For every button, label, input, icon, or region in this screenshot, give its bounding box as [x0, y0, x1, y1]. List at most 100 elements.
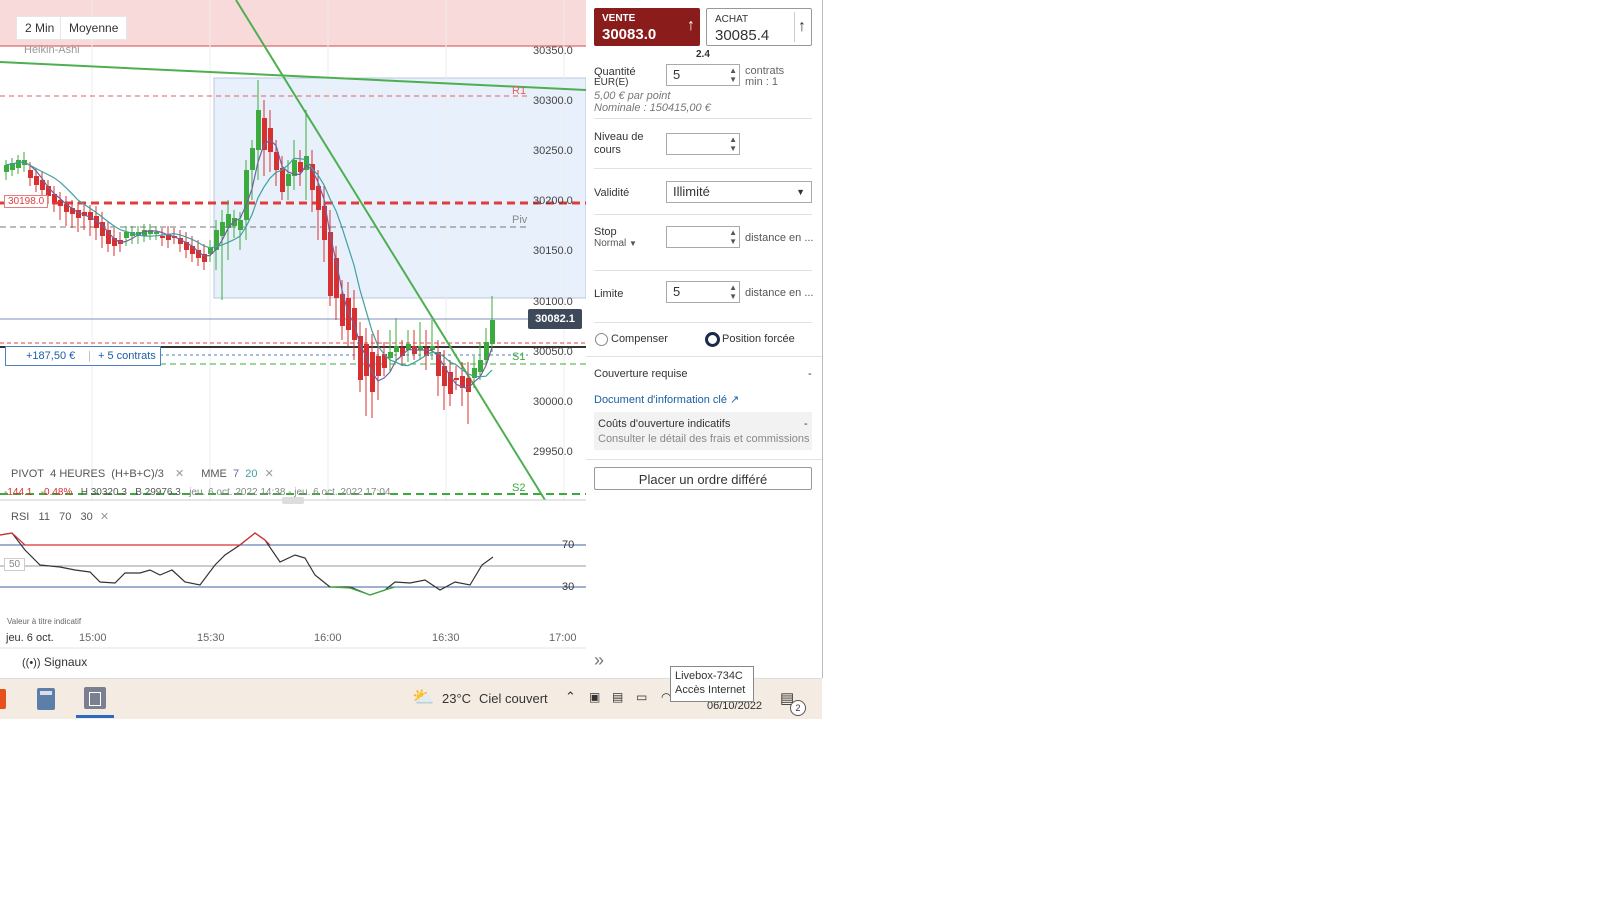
- quantity-input[interactable]: 5 ▲ ▼: [666, 64, 740, 86]
- candle-body: [310, 164, 315, 190]
- price-axis-label: 30150.0: [533, 245, 573, 257]
- stop-input[interactable]: ▲ ▼: [666, 226, 740, 248]
- candle-body: [4, 165, 9, 172]
- close-rsi-icon[interactable]: ✕: [100, 511, 109, 523]
- divider: [594, 168, 812, 169]
- per-point-note: 5,00 € par point: [594, 90, 671, 102]
- temperature: 23°C: [442, 691, 472, 706]
- candle-body: [376, 356, 381, 376]
- buy-arrow-icon: ↑: [794, 12, 809, 42]
- margin-value: -: [808, 368, 812, 380]
- costs-label: Coûts d'ouverture indicatifs: [598, 418, 731, 430]
- spread-value: 2.4: [696, 49, 710, 60]
- validity-select[interactable]: Illimité ▼: [666, 181, 812, 203]
- pane-resize-handle: [282, 497, 304, 504]
- candle-body: [250, 148, 255, 170]
- office-icon[interactable]: [0, 689, 6, 709]
- time-label-date: jeu. 6 oct.: [6, 632, 54, 644]
- change-pct: -0.48%: [40, 487, 73, 498]
- stop-type-value: Normal: [594, 238, 627, 249]
- compensate-radio[interactable]: [595, 333, 608, 346]
- mme-20-value: 20: [245, 468, 258, 480]
- position-box[interactable]: +187,50 € | + 5 contrats: [5, 346, 161, 366]
- quantity-stepper-icon[interactable]: ▲ ▼: [729, 66, 737, 84]
- rsi-line: [0, 532, 494, 596]
- meet-icon[interactable]: ▣: [589, 690, 600, 704]
- limit-value: 5: [673, 284, 681, 299]
- candle-body: [358, 336, 363, 380]
- price-level-input[interactable]: ▲ ▼: [666, 133, 740, 155]
- sell-arrow-icon: ↑: [687, 17, 695, 34]
- battery-icon[interactable]: ▭: [636, 690, 647, 704]
- average-button[interactable]: Moyenne: [60, 16, 128, 40]
- close-pivot-icon[interactable]: ✕: [175, 468, 184, 480]
- candle-body: [220, 222, 225, 236]
- divider: [594, 214, 812, 215]
- chart-style-label: Heikin-Ashi: [24, 44, 80, 56]
- price-level-stepper-icon[interactable]: ▲ ▼: [729, 135, 737, 153]
- validity-value: Illimité: [673, 184, 710, 199]
- display-icon[interactable]: ▤: [612, 690, 623, 704]
- limit-label: Limite: [594, 288, 624, 300]
- price-axis-label: 30100.0: [533, 296, 573, 308]
- signals-label: Signaux: [43, 655, 88, 669]
- time-label-1500: 15:00: [79, 632, 107, 644]
- candle-body: [388, 352, 393, 358]
- chevron-up-icon[interactable]: ⌃: [565, 689, 576, 705]
- candle-body: [238, 220, 243, 230]
- candle-body: [154, 232, 159, 234]
- candle-body: [280, 168, 285, 192]
- stop-type-dropdown[interactable]: Normal ▼: [594, 238, 637, 249]
- price-chart[interactable]: 2 Min Moyenne Heikin-Ashi 30350.0 30300.0…: [0, 0, 587, 678]
- price-axis-label: 30350.0: [533, 45, 573, 57]
- costs-box: Coûts d'ouverture indicatifs - Consulter…: [594, 412, 812, 450]
- stop-distance-label: distance en ...: [745, 232, 814, 244]
- signals-button[interactable]: ((•)) Signaux: [22, 655, 87, 669]
- position-divider: |: [88, 350, 91, 362]
- quantity-unit: EUR(E): [594, 77, 629, 88]
- chevron-down-icon: ▼: [796, 187, 805, 197]
- sell-button[interactable]: VENTE 30083.0 ↑: [594, 8, 700, 46]
- notification-badge: 2: [790, 700, 806, 716]
- candle-body: [34, 176, 39, 185]
- buy-button[interactable]: ACHAT 30085.4 ↑: [706, 8, 812, 46]
- calculator-icon[interactable]: [37, 688, 55, 710]
- buy-label: ACHAT: [715, 14, 749, 25]
- costs-detail-link[interactable]: Consulter le détail des frais et commiss…: [598, 433, 810, 445]
- limit-stepper-icon[interactable]: ▲ ▼: [729, 283, 737, 301]
- forced-position-radio[interactable]: [705, 332, 720, 347]
- validity-label: Validité: [594, 187, 630, 199]
- price-axis-label: 30000.0: [533, 396, 573, 408]
- active-app-indicator: [76, 715, 114, 718]
- pivot-period: 4 HEURES: [50, 468, 106, 480]
- stop-stepper-icon[interactable]: ▲ ▼: [729, 228, 737, 246]
- current-price-tag: 30082.1: [528, 309, 582, 329]
- s2-label: S2: [512, 482, 526, 494]
- rsi-lower: 30: [80, 511, 93, 523]
- collapse-panel-icon[interactable]: »: [594, 650, 604, 671]
- buy-price: 30085.4: [715, 27, 770, 44]
- level-price-tag[interactable]: 30198.0: [4, 195, 49, 208]
- forced-position-label: Position forcée: [722, 333, 795, 345]
- place-order-button[interactable]: Placer un ordre différé: [594, 467, 812, 490]
- external-link-icon: ↗: [730, 394, 740, 406]
- kid-document-link[interactable]: Document d'information clé ↗: [594, 393, 739, 406]
- price-axis-label: 29950.0: [533, 446, 573, 458]
- candle-body: [454, 378, 459, 380]
- limit-input[interactable]: 5 ▲ ▼: [666, 281, 740, 303]
- candle-body: [286, 174, 291, 186]
- price-axis-label: 30200.0: [533, 195, 573, 207]
- chart-app-icon[interactable]: [84, 687, 106, 709]
- chart-canvas: [0, 0, 586, 649]
- rsi-overbought-segment: [0, 532, 271, 546]
- high-value: H 30320.3: [80, 487, 127, 498]
- candle-body: [466, 378, 471, 392]
- s1-label: S1: [512, 351, 526, 363]
- divider: [586, 459, 822, 460]
- signal-icon: ((•)): [22, 657, 41, 669]
- margin-label: Couverture requise: [594, 368, 688, 380]
- close-mme-icon[interactable]: ✕: [265, 468, 274, 480]
- rsi-30-label: 30: [562, 581, 575, 593]
- timeframe-button[interactable]: 2 Min: [16, 16, 64, 40]
- nominal-note: Nominale : 150415,00 €: [594, 102, 711, 114]
